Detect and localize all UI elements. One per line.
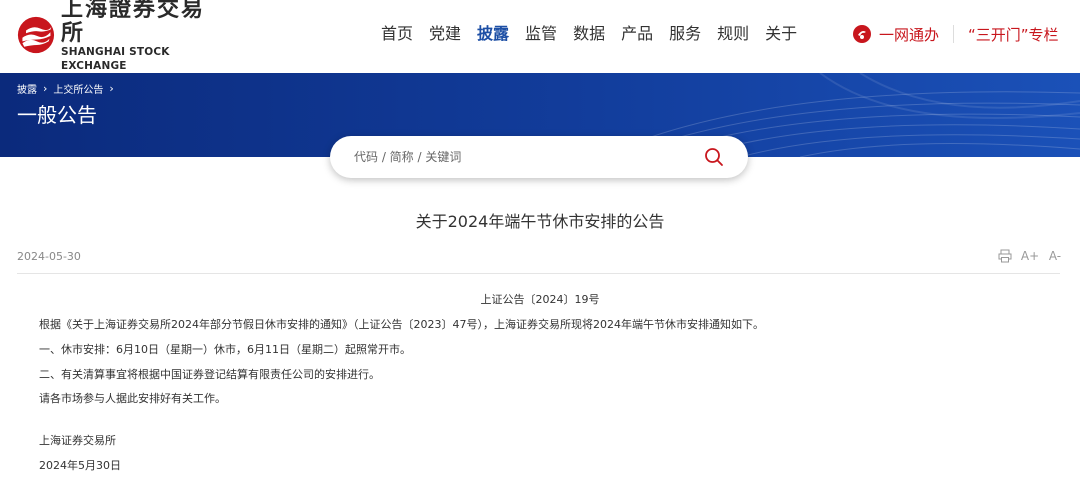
print-icon[interactable]: [997, 248, 1013, 264]
chevron-right-icon: ›: [43, 82, 48, 95]
site-header: 上海證券交易所 SHANGHAI STOCK EXCHANGE 首页 党建 披露…: [0, 0, 1080, 73]
nav-item-disclosure[interactable]: 披露: [477, 22, 509, 46]
chevron-right-icon: ›: [109, 82, 114, 95]
main-nav: 首页 党建 披露 监管 数据 产品 服务 规则 关于: [373, 22, 805, 46]
logo-text: 上海證券交易所 SHANGHAI STOCK EXCHANGE: [61, 0, 222, 73]
article-signature: 上海证券交易所: [39, 434, 116, 447]
sse-logo-icon: [17, 16, 55, 54]
article-tools: A+ A-: [988, 248, 1063, 264]
onestop-icon: [853, 25, 871, 43]
sankaimen-link[interactable]: “三开门”专栏: [968, 24, 1059, 45]
divider: [17, 273, 1060, 274]
nav-item-about[interactable]: 关于: [765, 22, 797, 46]
nav-item-party[interactable]: 党建: [429, 22, 461, 46]
search-input[interactable]: [352, 149, 686, 165]
onestop-link[interactable]: 一网通办: [879, 24, 939, 45]
logo-chinese-name: 上海證券交易所: [60, 0, 205, 46]
search-box: [330, 136, 748, 178]
article-paragraph: 二、有关清算事宜将根据中国证券登记结算有限责任公司的安排进行。: [39, 368, 380, 381]
article-paragraph: 一、休市安排：6月10日（星期一）休市，6月11日（星期二）起照常开市。: [39, 343, 411, 356]
nav-item-regulation[interactable]: 监管: [525, 22, 557, 46]
article-date: 2024-05-30: [17, 250, 81, 263]
nav-item-data[interactable]: 数据: [573, 22, 605, 46]
article-paragraph: 请各市场参与人据此安排好有关工作。: [39, 392, 226, 405]
sse-logo[interactable]: 上海證券交易所 SHANGHAI STOCK EXCHANGE: [17, 0, 222, 72]
page-title: 一般公告: [17, 103, 97, 127]
article-paragraph: 根据《关于上海证券交易所2024年部分节假日休市安排的通知》（上证公告〔2023…: [39, 318, 764, 331]
font-decrease-button[interactable]: A-: [1047, 248, 1063, 264]
nav-item-services[interactable]: 服务: [669, 22, 701, 46]
font-increase-button[interactable]: A+: [1021, 248, 1039, 264]
article-title: 关于2024年端午节休市安排的公告: [415, 212, 665, 231]
nav-item-products[interactable]: 产品: [621, 22, 653, 46]
breadcrumb-sse-announcements[interactable]: 上交所公告: [53, 81, 103, 96]
breadcrumb: 披露 › 上交所公告 ›: [17, 81, 120, 96]
logo-english-name: SHANGHAI STOCK EXCHANGE: [60, 46, 170, 72]
quick-links: 一网通办 “三开门”专栏: [853, 22, 1059, 46]
nav-item-rules[interactable]: 规则: [717, 22, 749, 46]
article-sign-date: 2024年5月30日: [39, 459, 121, 472]
document-number: 上证公告〔2024〕19号: [480, 293, 600, 306]
breadcrumb-disclosure[interactable]: 披露: [17, 81, 37, 96]
quick-links-divider: [953, 25, 955, 43]
search-icon[interactable]: [704, 147, 724, 167]
nav-item-home[interactable]: 首页: [381, 22, 413, 46]
